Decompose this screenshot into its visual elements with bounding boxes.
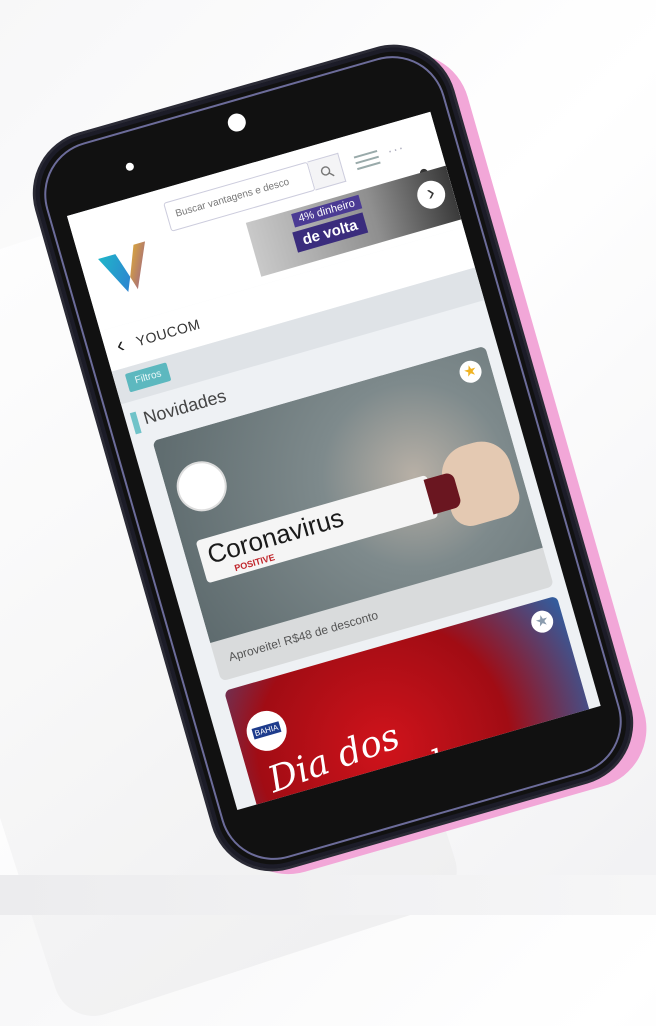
search-icon bbox=[320, 166, 335, 177]
store-logo bbox=[170, 455, 233, 518]
camera-dot bbox=[225, 111, 248, 134]
app-logo bbox=[98, 241, 146, 292]
star-icon[interactable]: ★ bbox=[528, 608, 556, 636]
image-tube: Coronavirus POSITIVE bbox=[195, 471, 463, 584]
back-icon[interactable]: ‹ bbox=[113, 332, 127, 359]
sensor-dot bbox=[124, 161, 135, 172]
store-logo: BAHIA bbox=[241, 706, 292, 756]
background-strip bbox=[0, 875, 656, 915]
star-icon[interactable]: ★ bbox=[456, 358, 485, 386]
filters-button[interactable]: Filtros bbox=[124, 362, 172, 393]
chevron-right-icon[interactable]: › bbox=[413, 177, 449, 213]
more-icon[interactable]: ··· bbox=[385, 139, 406, 159]
menu-icon[interactable] bbox=[353, 146, 382, 172]
search-button[interactable] bbox=[307, 152, 347, 191]
brand-name: YOUCOM bbox=[134, 315, 202, 350]
